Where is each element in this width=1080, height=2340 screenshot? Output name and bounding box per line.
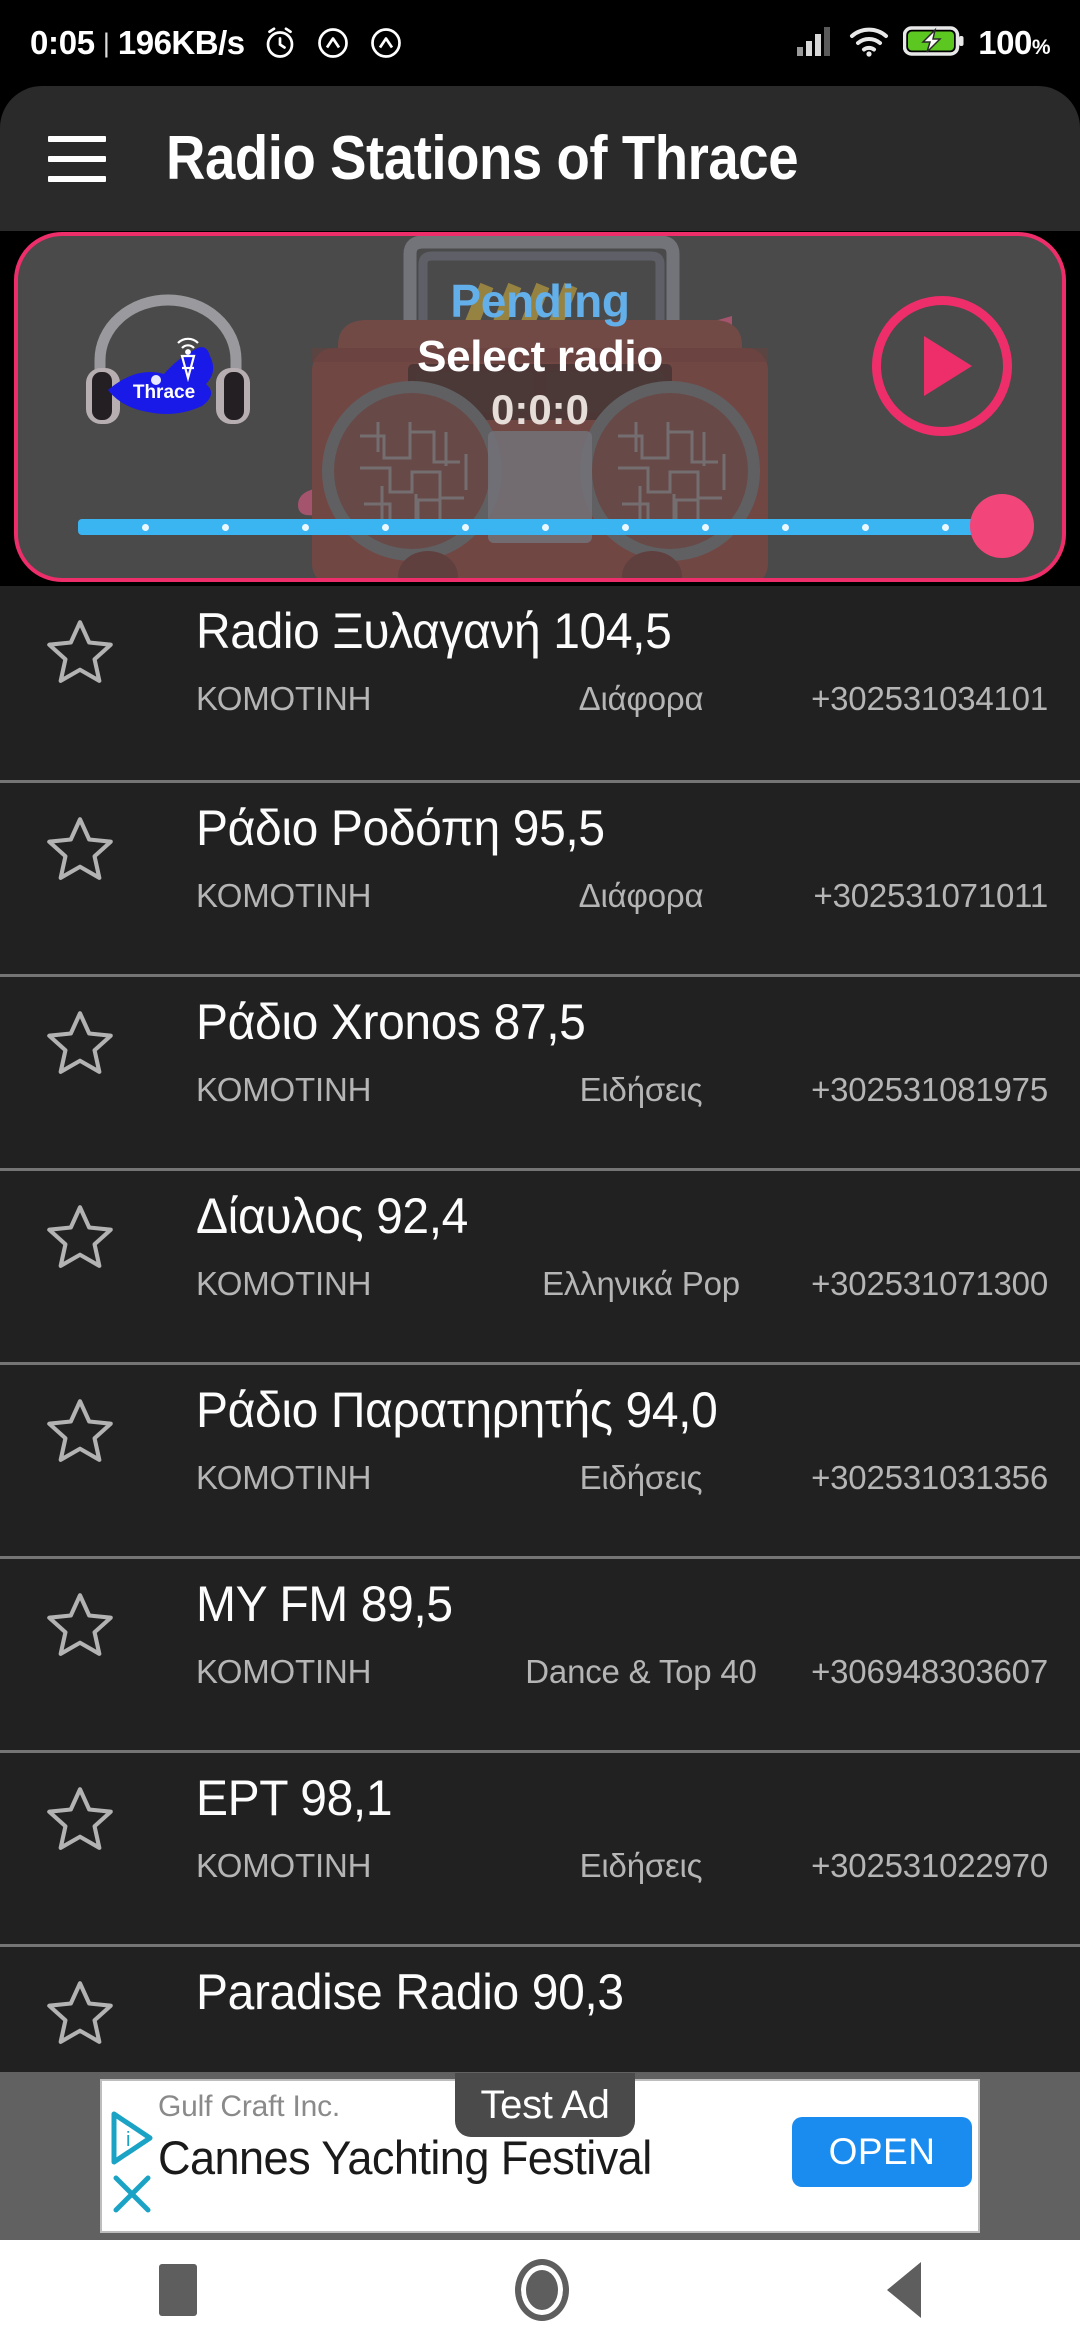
- station-phone: +302531022970: [811, 1847, 1048, 1884]
- status-separator: |: [102, 27, 110, 58]
- station-phone: +306948303607: [811, 1653, 1048, 1690]
- svg-text:i: i: [126, 2129, 130, 2151]
- recents-square-icon[interactable]: [159, 2264, 197, 2316]
- hamburger-menu-icon[interactable]: [48, 135, 106, 182]
- slider-tick: [782, 524, 789, 531]
- network-speed: 196KB/s: [117, 24, 245, 61]
- table-row[interactable]: Ράδιο Xronos 87,5 ΚΟΜΟΤΙΝΗ Ειδήσεις +302…: [0, 974, 1080, 1168]
- favorite-star-icon[interactable]: [42, 1587, 118, 1663]
- wifi-icon: [848, 25, 890, 62]
- station-phone: +302531034101: [811, 680, 1048, 717]
- table-row[interactable]: ΕΡΤ 98,1 ΚΟΜΟΤΙΝΗ Ειδήσεις +302531022970: [0, 1750, 1080, 1944]
- ad-advertiser: Gulf Craft Inc.: [158, 2090, 341, 2123]
- status-clock: 0:05: [30, 24, 95, 61]
- slider-tick: [302, 524, 309, 531]
- station-meta: ΚΟΜΟΤΙΝΗ Dance & Top 40 +306948303607: [196, 1653, 1050, 1697]
- mute-icon: [315, 25, 351, 61]
- hamburger-line-3: [48, 175, 106, 182]
- favorite-star-icon[interactable]: [42, 1975, 118, 2051]
- status-bar-right: 100%: [795, 24, 1051, 62]
- slider-tick: [702, 524, 709, 531]
- player-card: Thrace Pending Select radio 0:0:0: [14, 232, 1066, 582]
- station-phone: +302531071300: [811, 1265, 1048, 1302]
- station-meta: ΚΟΜΟΤΙΝΗ Διάφορα +302531071011: [196, 877, 1050, 921]
- station-meta: ΚΟΜΟΤΙΝΗ Ελληνικά Pop +302531071300: [196, 1265, 1050, 1309]
- test-ad-badge: Test Ad: [455, 2073, 635, 2137]
- station-list[interactable]: Radio Ξυλαγανή 104,5 ΚΟΜΟΤΙΝΗ Διάφορα +3…: [0, 586, 1080, 2072]
- battery-percent: 100%: [978, 24, 1050, 61]
- station-name: Paradise Radio 90,3: [196, 1964, 624, 2020]
- station-name: Δίαυλος 92,4: [196, 1188, 468, 1244]
- favorite-star-icon[interactable]: [42, 614, 118, 690]
- cellular-signal-icon: [795, 25, 835, 62]
- station-meta: ΚΟΜΟΤΙΝΗ Διάφορα +302531034101: [196, 680, 1050, 724]
- mute-icon-secondary: [368, 25, 404, 61]
- play-icon: [924, 336, 972, 396]
- station-meta: [196, 2041, 1050, 2072]
- station-phone: +302531031356: [811, 1459, 1048, 1496]
- hamburger-line-2: [48, 155, 106, 162]
- slider-tick: [142, 524, 149, 531]
- favorite-star-icon[interactable]: [42, 1781, 118, 1857]
- station-name: Ράδιο Xronos 87,5: [196, 994, 586, 1050]
- table-row[interactable]: Ράδιο Παρατηρητής 94,0 ΚΟΜΟΤΙΝΗ Ειδήσεις…: [0, 1362, 1080, 1556]
- ad-headline: Cannes Yachting Festival: [158, 2131, 652, 2184]
- favorite-star-icon[interactable]: [42, 1199, 118, 1275]
- slider-tick: [222, 524, 229, 531]
- status-bar-left: 0:05 | 196KB/s: [30, 24, 404, 62]
- battery-charging-icon: [903, 25, 965, 62]
- station-phone: +302531071011: [813, 877, 1049, 914]
- station-phone: +302531081975: [811, 1071, 1048, 1108]
- station-name: Radio Ξυλαγανή 104,5: [196, 603, 672, 659]
- favorite-star-icon[interactable]: [42, 1393, 118, 1469]
- alarm-clock-icon: [262, 25, 298, 61]
- home-circle-icon[interactable]: [515, 2259, 569, 2321]
- table-row[interactable]: Paradise Radio 90,3: [0, 1944, 1080, 2072]
- logo-caption: Thrace: [133, 382, 195, 403]
- adchoices-icon[interactable]: i: [110, 2108, 156, 2218]
- play-button[interactable]: [872, 296, 1012, 436]
- slider-tick: [382, 524, 389, 531]
- volume-slider-thumb[interactable]: [970, 494, 1034, 558]
- page-title: Radio Stations of Thrace: [166, 124, 799, 193]
- thrace-logo: Thrace: [78, 282, 258, 442]
- volume-slider[interactable]: [78, 494, 1034, 558]
- station-meta: ΚΟΜΟΤΙΝΗ Ειδήσεις +302531081975: [196, 1071, 1050, 1115]
- station-name: Ράδιο Ροδόπη 95,5: [196, 800, 605, 856]
- app-header: Radio Stations of Thrace: [0, 86, 1080, 231]
- status-bar: 0:05 | 196KB/s 100%: [0, 0, 1080, 86]
- slider-tick: [622, 524, 629, 531]
- favorite-star-icon[interactable]: [42, 811, 118, 887]
- table-row[interactable]: Δίαυλος 92,4 ΚΟΜΟΤΙΝΗ Ελληνικά Pop +3025…: [0, 1168, 1080, 1362]
- ad-open-button[interactable]: OPEN: [792, 2117, 972, 2187]
- table-row[interactable]: MY FM 89,5 ΚΟΜΟΤΙΝΗ Dance & Top 40 +3069…: [0, 1556, 1080, 1750]
- slider-tick: [542, 524, 549, 531]
- station-meta: ΚΟΜΟΤΙΝΗ Ειδήσεις +302531031356: [196, 1459, 1050, 1503]
- back-triangle-icon[interactable]: [887, 2262, 921, 2318]
- station-meta: ΚΟΜΟΤΙΝΗ Ειδήσεις +302531022970: [196, 1847, 1050, 1891]
- table-row[interactable]: Radio Ξυλαγανή 104,5 ΚΟΜΟΤΙΝΗ Διάφορα +3…: [0, 586, 1080, 780]
- slider-tick: [462, 524, 469, 531]
- system-navigation-bar: [0, 2240, 1080, 2340]
- table-row[interactable]: Ράδιο Ροδόπη 95,5 ΚΟΜΟΤΙΝΗ Διάφορα +3025…: [0, 780, 1080, 974]
- station-name: ΕΡΤ 98,1: [196, 1770, 393, 1826]
- station-name: MY FM 89,5: [196, 1576, 453, 1632]
- slider-tick: [862, 524, 869, 531]
- station-name: Ράδιο Παρατηρητής 94,0: [196, 1382, 718, 1438]
- favorite-star-icon[interactable]: [42, 1005, 118, 1081]
- hamburger-line-1: [48, 135, 106, 142]
- slider-tick: [942, 524, 949, 531]
